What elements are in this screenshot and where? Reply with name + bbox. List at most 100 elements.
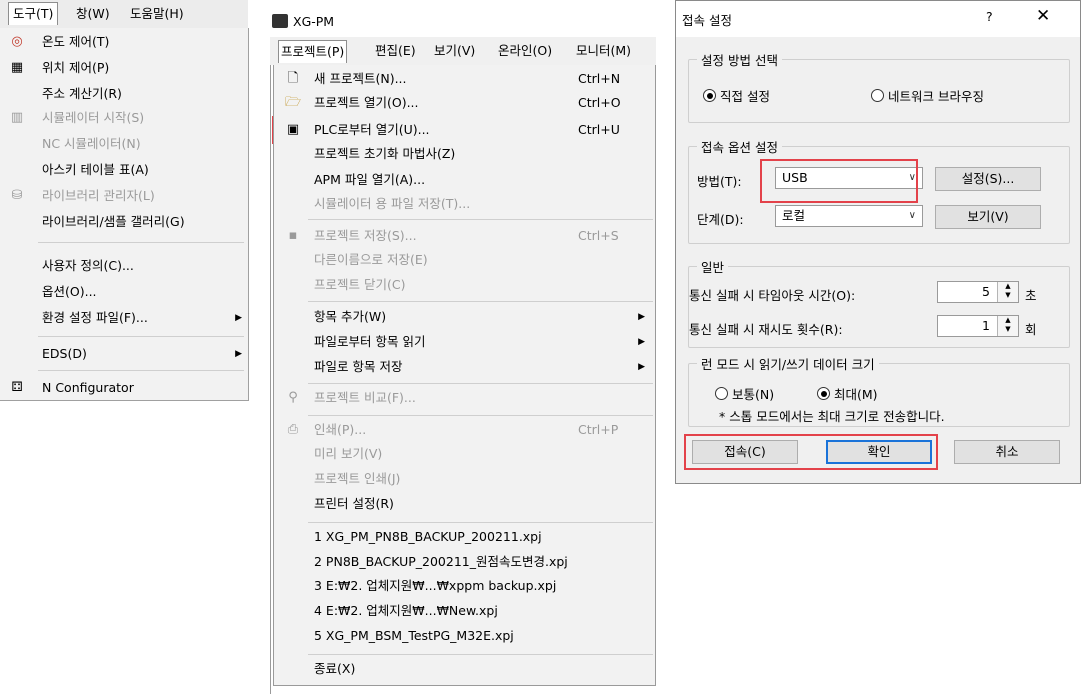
- menu-item-label: 환경 설정 파일(F)...: [42, 310, 148, 325]
- spin-updown-icon[interactable]: ▲ ▼: [997, 316, 1018, 336]
- spin-updown-icon[interactable]: ▲ ▼: [997, 282, 1018, 302]
- menu-item-label: 미리 보기(V): [314, 446, 383, 461]
- retry-stepper[interactable]: 1 ▲ ▼: [937, 315, 1019, 337]
- menu-project[interactable]: 프로젝트(P): [278, 40, 348, 63]
- menu-online[interactable]: 온라인(O): [496, 40, 554, 62]
- menu-item-recent-3[interactable]: 3 E:₩2. 업체지원₩...₩xppm backup.xpj: [274, 574, 655, 598]
- menu-item-new-project[interactable]: 🗋 새 프로젝트(N)... Ctrl+N: [274, 67, 655, 91]
- menu-item-label: 프로젝트 저장(S)...: [314, 228, 417, 243]
- menu-item-n-configurator[interactable]: ⚃ N Configurator: [0, 376, 248, 400]
- menu-item-init-wizard[interactable]: 프로젝트 초기화 마법사(Z): [274, 142, 655, 166]
- radio-checked-icon: [817, 387, 830, 400]
- menu-item-read-from-file[interactable]: 파일로부터 항목 읽기 ▶: [274, 330, 655, 354]
- tools-dropdown: ◎ 온도 제어(T) ▦ 위치 제어(P) 주소 계산기(R) ▥ 시뮬레이터 …: [0, 28, 249, 401]
- connection-settings-dialog: 접속 설정 ? ✕ 설정 방법 선택 직접 설정 네트워크 브라우징 접속 옵션…: [675, 0, 1081, 484]
- menu-item-options[interactable]: 옵션(O)...: [0, 280, 248, 304]
- menu-item-open-project[interactable]: 🗁 프로젝트 열기(O)... Ctrl+O: [274, 91, 655, 115]
- chevron-down-icon: ∨: [908, 210, 916, 221]
- menu-item-label: 사용자 정의(C)...: [42, 258, 134, 273]
- menu-item-recent-1[interactable]: 1 XG_PM_PN8B_BACKUP_200211.xpj: [274, 525, 655, 549]
- view-button[interactable]: 보기(V): [935, 205, 1041, 229]
- menu-item-label: N Configurator: [42, 380, 134, 395]
- menu-item-shortcut: Ctrl+N: [578, 71, 621, 86]
- menu-monitor[interactable]: 모니터(M): [574, 40, 633, 62]
- menu-item-add-item[interactable]: 항목 추가(W) ▶: [274, 305, 655, 329]
- menu-item-label: 프로젝트 비교(F)...: [314, 390, 416, 405]
- menu-item-position-control[interactable]: ▦ 위치 제어(P): [0, 56, 248, 80]
- radio-network-browsing[interactable]: 네트워크 브라우징: [871, 88, 984, 106]
- radio-normal-size[interactable]: 보통(N): [715, 386, 774, 404]
- menu-item-label: 항목 추가(W): [314, 309, 387, 324]
- menu-view[interactable]: 보기(V): [432, 40, 477, 62]
- submenu-arrow-icon: ▶: [638, 362, 645, 372]
- n-configurator-icon: ⚃: [11, 380, 23, 395]
- menu-item-exit[interactable]: 종료(X): [274, 657, 655, 681]
- project-dropdown: 🗋 새 프로젝트(N)... Ctrl+N 🗁 프로젝트 열기(O)... Ct…: [273, 65, 656, 686]
- menu-item-library-gallery[interactable]: 라이브러리/샘플 갤러리(G): [0, 210, 248, 234]
- radio-max-size[interactable]: 최대(M): [817, 386, 878, 404]
- menu-item-recent-4[interactable]: 4 E:₩2. 업체지원₩...₩New.xpj: [274, 599, 655, 623]
- menu-item-print[interactable]: ⎙ 인쇄(P)... Ctrl+P: [274, 418, 655, 442]
- menu-item-temperature-control[interactable]: ◎ 온도 제어(T): [0, 30, 248, 54]
- menu-item-label: 2 PN8B_BACKUP_200211_원점속도변경.xpj: [314, 554, 568, 569]
- menu-item-open-apm[interactable]: APM 파일 열기(A)...: [274, 168, 655, 192]
- radio-unchecked-icon: [871, 89, 884, 102]
- menu-item-close-project[interactable]: 프로젝트 닫기(C): [274, 273, 655, 297]
- menu-item-save-as[interactable]: 다른이름으로 저장(E): [274, 248, 655, 272]
- settings-button[interactable]: 설정(S)...: [935, 167, 1041, 191]
- menu-item-save-project[interactable]: ▪ 프로젝트 저장(S)... Ctrl+S: [274, 224, 655, 248]
- submenu-arrow-icon: ▶: [638, 312, 645, 322]
- radio-label: 최대(M): [834, 387, 878, 402]
- menu-separator: [38, 242, 244, 243]
- menu-item-label: 4 E:₩2. 업체지원₩...₩New.xpj: [314, 603, 498, 618]
- retry-value: 1: [982, 318, 990, 333]
- close-icon[interactable]: ✕: [1036, 6, 1050, 26]
- menu-item-library-manager[interactable]: ⛁ 라이브러리 관리자(L): [0, 184, 248, 208]
- submenu-arrow-icon: ▶: [235, 349, 242, 359]
- menu-item-nc-simulator[interactable]: NC 시뮬레이터(N): [0, 132, 248, 156]
- menu-item-label: 프로젝트 열기(O)...: [314, 95, 419, 110]
- menu-item-print-preview[interactable]: 미리 보기(V): [274, 442, 655, 466]
- cancel-button[interactable]: 취소: [954, 440, 1060, 464]
- new-file-icon: 🗋: [287, 71, 299, 86]
- menu-item-env-settings-file[interactable]: 환경 설정 파일(F)... ▶: [0, 306, 248, 330]
- radio-direct-setting[interactable]: 직접 설정: [703, 88, 770, 106]
- menu-item-save-simulator-file[interactable]: 시뮬레이터 용 파일 저장(T)...: [274, 192, 655, 216]
- printer-icon: ⎙: [287, 422, 299, 437]
- menu-item-label: 프로젝트 닫기(C): [314, 277, 406, 292]
- group-title: 일반: [697, 257, 729, 276]
- menu-separator: [308, 415, 653, 416]
- menu-item-save-to-file[interactable]: 파일로 항목 저장 ▶: [274, 355, 655, 379]
- menu-item-customize[interactable]: 사용자 정의(C)...: [0, 254, 248, 278]
- menu-window[interactable]: 창(W): [72, 3, 114, 25]
- menu-item-shortcut: Ctrl+O: [578, 95, 621, 110]
- level-select[interactable]: 로컬 ∨: [775, 205, 923, 227]
- menu-item-label: 위치 제어(P): [42, 60, 110, 75]
- menu-item-open-from-plc[interactable]: ▣ PLC로부터 열기(U)... Ctrl+U: [274, 118, 655, 142]
- group-title: 런 모드 시 읽기/쓰기 데이터 크기: [697, 354, 879, 373]
- menu-item-address-calculator[interactable]: 주소 계산기(R): [0, 82, 248, 106]
- menu-item-recent-5[interactable]: 5 XG_PM_BSM_TestPG_M32E.xpj: [274, 624, 655, 648]
- menu-item-label: 시뮬레이터 시작(S): [42, 110, 145, 125]
- menu-item-ascii-table[interactable]: 아스키 테이블 표(A): [0, 158, 248, 182]
- menu-item-label: 인쇄(P)...: [314, 422, 367, 437]
- menu-item-recent-2[interactable]: 2 PN8B_BACKUP_200211_원점속도변경.xpj: [274, 550, 655, 574]
- menu-separator: [308, 301, 653, 302]
- menu-item-simulator-start[interactable]: ▥ 시뮬레이터 시작(S): [0, 106, 248, 130]
- menu-separator: [308, 219, 653, 220]
- radio-unchecked-icon: [715, 387, 728, 400]
- menu-item-label: 아스키 테이블 표(A): [42, 162, 149, 177]
- menu-item-eds[interactable]: EDS(D) ▶: [0, 342, 248, 366]
- menu-item-print-project[interactable]: 프로젝트 인쇄(J): [274, 467, 655, 491]
- menu-item-label: 파일로 항목 저장: [314, 359, 403, 374]
- timeout-stepper[interactable]: 5 ▲ ▼: [937, 281, 1019, 303]
- menu-tools[interactable]: 도구(T): [8, 2, 59, 25]
- menu-item-compare-project[interactable]: ⚲ 프로젝트 비교(F)...: [274, 386, 655, 410]
- help-button[interactable]: ?: [986, 9, 993, 24]
- menu-help[interactable]: 도움말(H): [126, 3, 188, 25]
- menu-item-label: 프린터 설정(R): [314, 496, 394, 511]
- menu-item-printer-settings[interactable]: 프린터 설정(R): [274, 492, 655, 516]
- menu-item-label: EDS(D): [42, 346, 87, 361]
- menu-item-label: 파일로부터 항목 읽기: [314, 334, 426, 349]
- menu-edit[interactable]: 편집(E): [373, 40, 418, 62]
